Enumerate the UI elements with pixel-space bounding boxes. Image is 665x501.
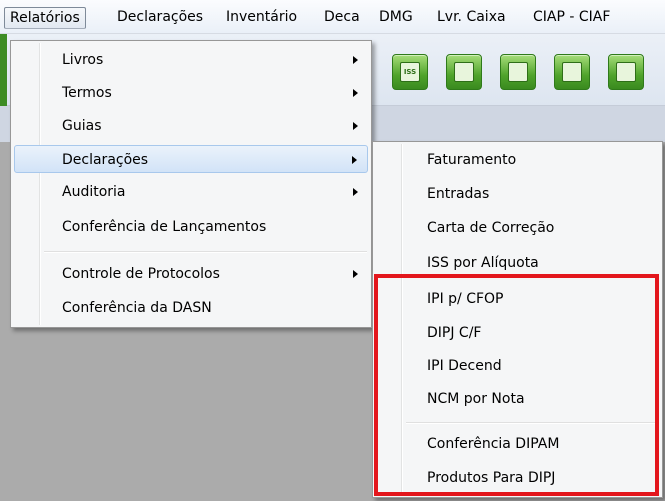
menu-lvr-caixa[interactable]: Lvr. Caixa: [432, 7, 511, 29]
submenu-item-produtos-dipj[interactable]: Produtos Para DIPJ: [376, 464, 659, 492]
menu-item-label: Declarações: [62, 152, 149, 168]
submenu-item-carta-correcao[interactable]: Carta de Correção: [376, 214, 659, 242]
menu-item-label: Entradas: [427, 186, 490, 202]
submenu-arrow-icon: [353, 89, 358, 97]
menu-item-label: Conferência da DASN: [62, 300, 212, 316]
menu-dmg[interactable]: DMG: [374, 7, 418, 29]
menu-item-label: Faturamento: [427, 152, 517, 168]
submenu-item-ncm-nota[interactable]: NCM por Nota: [376, 385, 659, 413]
menu-item-guias[interactable]: Guias: [14, 112, 368, 140]
menu-separator: [44, 251, 367, 253]
submenu-item-faturamento[interactable]: Faturamento: [376, 146, 659, 174]
menu-item-label: ISS por Alíquota: [427, 255, 539, 271]
submenu-item-ipi-decend[interactable]: IPI Decend: [376, 352, 659, 380]
menu-item-label: Livros: [62, 52, 104, 68]
menu-item-label: IPI Decend: [427, 358, 502, 374]
menu-inventario[interactable]: Inventário: [221, 7, 302, 29]
submenu-item-ipi-cfop[interactable]: IPI p/ CFOP: [376, 285, 659, 313]
pencil-icon: [508, 62, 528, 82]
menu-separator: [406, 422, 658, 424]
export-icon: [616, 62, 636, 82]
submenu-arrow-icon: [353, 122, 358, 130]
menu-item-label: Auditoria: [62, 184, 126, 200]
menu-item-conferencia-dasn[interactable]: Conferência da DASN: [14, 294, 368, 322]
menu-declaracoes[interactable]: Declarações: [112, 7, 208, 29]
submenu-arrow-icon: [353, 56, 358, 64]
menu-item-label: Controle de Protocolos: [62, 266, 220, 282]
menu-item-declaracoes[interactable]: Declarações: [14, 145, 368, 173]
menu-item-termos[interactable]: Termos: [14, 79, 368, 107]
toolbar-edit-button[interactable]: [500, 54, 536, 90]
menu-item-conferencia-lancamentos[interactable]: Conferência de Lançamentos: [14, 213, 368, 241]
menu-item-label: Conferência de Lançamentos: [62, 219, 267, 235]
transfer-icon: [562, 62, 582, 82]
toolbar-transfer-button[interactable]: [554, 54, 590, 90]
submenu-item-iss-aliquota[interactable]: ISS por Alíquota: [376, 249, 659, 277]
folder-icon: [454, 62, 474, 82]
menu-relatorios[interactable]: Relatórios: [4, 7, 86, 29]
submenu-arrow-icon: [352, 156, 357, 164]
menu-item-label: Termos: [62, 85, 112, 101]
menu-bar: Relatórios Declarações Inventário Deca D…: [0, 0, 665, 34]
iss-document-icon: ISS: [400, 62, 420, 82]
menu-item-label: Produtos Para DIPJ: [427, 470, 556, 486]
menu-item-label: Guias: [62, 118, 102, 134]
relatorios-dropdown: Livros Termos Guias Declarações Auditori…: [10, 40, 372, 328]
menu-item-label: DIPJ C/F: [427, 325, 482, 341]
menu-item-controle-protocolos[interactable]: Controle de Protocolos: [14, 260, 368, 288]
toolbar-folder-button[interactable]: [446, 54, 482, 90]
declaracoes-submenu: Faturamento Entradas Carta de Correção I…: [372, 141, 663, 498]
menu-item-label: Conferência DIPAM: [427, 436, 560, 452]
menu-item-label: Carta de Correção: [427, 220, 555, 236]
menu-item-label: NCM por Nota: [427, 391, 525, 407]
toolbar-export-button[interactable]: [608, 54, 644, 90]
submenu-arrow-icon: [353, 188, 358, 196]
menu-item-label: IPI p/ CFOP: [427, 291, 504, 307]
menu-ciap-ciaf[interactable]: CIAP - CIAF: [528, 7, 615, 29]
menu-item-livros[interactable]: Livros: [14, 46, 368, 74]
submenu-item-conferencia-dipam[interactable]: Conferência DIPAM: [376, 430, 659, 458]
submenu-item-dipj-cf[interactable]: DIPJ C/F: [376, 319, 659, 347]
menu-item-auditoria[interactable]: Auditoria: [14, 178, 368, 206]
submenu-item-entradas[interactable]: Entradas: [376, 180, 659, 208]
toolbar-iss-button[interactable]: ISS: [392, 54, 428, 90]
menu-deca[interactable]: Deca: [319, 7, 365, 29]
submenu-arrow-icon: [353, 270, 358, 278]
